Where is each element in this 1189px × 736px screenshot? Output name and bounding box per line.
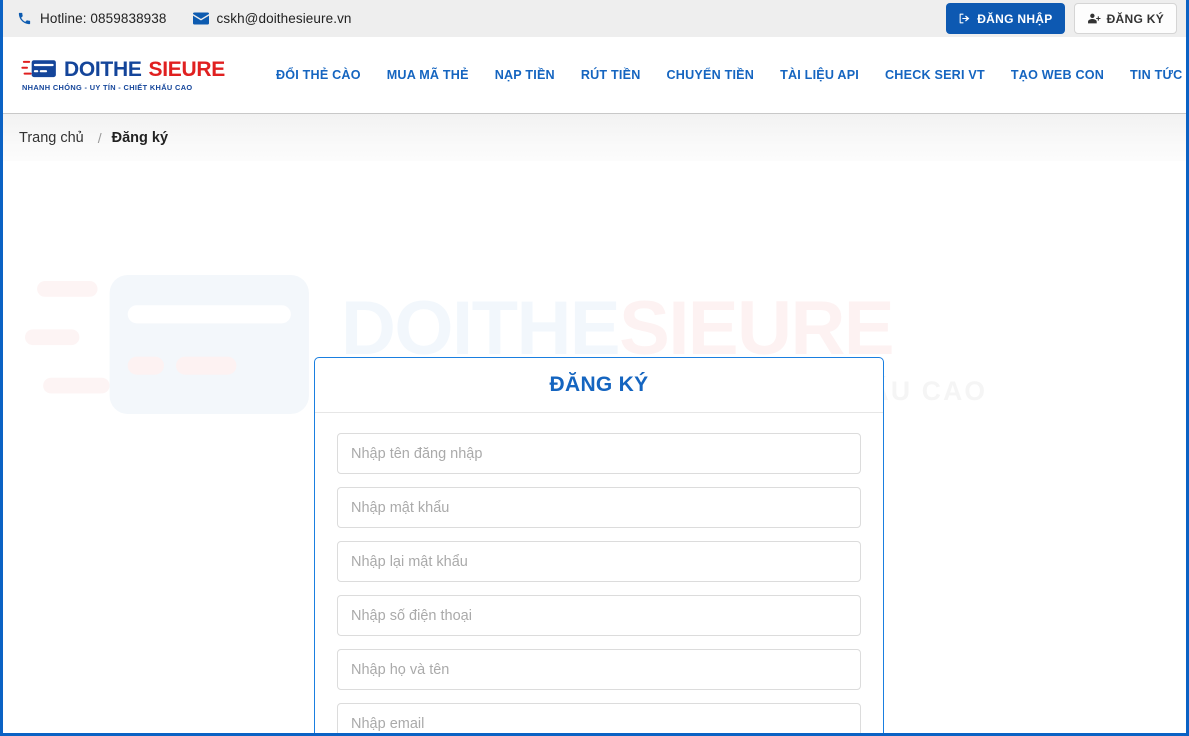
logo-text-accent: SIEURE <box>148 57 226 81</box>
nav-links: ĐỔI THẺ CÀO MUA MÃ THẺ NẠP TIỀN RÚT TIỀN… <box>263 62 1186 88</box>
credit-card-speed-icon <box>21 58 57 80</box>
nav-item-tin-tuc[interactable]: TIN TỨC <box>1117 62 1186 88</box>
watermark-card-icon <box>25 255 315 445</box>
nav-item-check-seri-vt[interactable]: CHECK SERI VT <box>872 62 998 88</box>
sign-in-icon <box>958 12 971 25</box>
nav-item-doi-the-cao[interactable]: ĐỔI THẺ CÀO <box>263 62 374 88</box>
breadcrumb-separator: / <box>97 129 102 146</box>
hotline-label: Hotline: 0859838938 <box>40 11 167 26</box>
main-content: DOITHESIEURE NHANH CHÓNG - UY TÍN - CHIẾ… <box>3 161 1186 733</box>
nav-item-mua-ma-the[interactable]: MUA MÃ THẺ <box>374 62 482 88</box>
browser-page: Hotline: 0859838938 cskh@doithesieure.vn <box>0 0 1189 736</box>
topbar-contacts: Hotline: 0859838938 cskh@doithesieure.vn <box>17 11 352 26</box>
phone-input[interactable] <box>337 595 861 636</box>
email-contact[interactable]: cskh@doithesieure.vn <box>192 11 352 26</box>
breadcrumb-home[interactable]: Trang chủ <box>15 130 88 146</box>
nav-item-nap-tien[interactable]: NẠP TIỀN <box>482 62 568 88</box>
login-button-label: ĐĂNG NHẬP <box>977 11 1053 26</box>
site-logo[interactable]: DOITHE SIEURE NHANH CHÓNG - UY TÍN - CHIẾ… <box>21 58 225 92</box>
nav-item-tao-web-con[interactable]: TẠO WEB CON <box>998 62 1117 88</box>
main-navbar: DOITHE SIEURE NHANH CHÓNG - UY TÍN - CHIẾ… <box>3 37 1186 113</box>
envelope-icon <box>192 12 209 25</box>
page-title: ĐĂNG KÝ <box>549 373 649 396</box>
logo-tagline: NHANH CHÓNG - UY TÍN - CHIẾT KHẤU CAO <box>22 83 193 92</box>
breadcrumb: Trang chủ / Đăng ký <box>3 113 1186 161</box>
register-form: ĐĂNG KÝ Ban đã có tài khoản? Đăng nhập n… <box>315 413 883 733</box>
password-confirm-input[interactable] <box>337 541 861 582</box>
nav-item-chuyen-tien[interactable]: CHUYỂN TIỀN <box>654 62 768 88</box>
register-button-label: ĐĂNG KÝ <box>1106 11 1164 26</box>
breadcrumb-current: Đăng ký <box>111 129 169 146</box>
email-input[interactable] <box>337 703 861 733</box>
topbar-auth-actions: ĐĂNG NHẬP ĐĂNG KÝ <box>946 3 1177 34</box>
watermark-text-accent: SIEURE <box>619 286 894 372</box>
nav-item-rut-tien[interactable]: RÚT TIỀN <box>568 62 654 88</box>
fullname-input[interactable] <box>337 649 861 690</box>
user-plus-icon <box>1087 12 1101 25</box>
register-button[interactable]: ĐĂNG KÝ <box>1073 3 1177 34</box>
email-label: cskh@doithesieure.vn <box>216 11 352 26</box>
nav-item-tai-lieu-api[interactable]: TÀI LIỆU API <box>767 62 872 88</box>
register-card: ĐĂNG KÝ ĐĂNG KÝ Ban đã có tài khoản? Đăn… <box>314 357 884 733</box>
username-input[interactable] <box>337 433 861 474</box>
register-card-header: ĐĂNG KÝ <box>315 358 883 413</box>
logo-text-primary: DOITHE <box>64 57 142 81</box>
phone-icon <box>17 11 32 26</box>
hotline-contact[interactable]: Hotline: 0859838938 <box>17 11 167 26</box>
password-input[interactable] <box>337 487 861 528</box>
login-button[interactable]: ĐĂNG NHẬP <box>946 3 1065 34</box>
watermark-text-primary: DOITHE <box>341 286 621 372</box>
top-contact-bar: Hotline: 0859838938 cskh@doithesieure.vn <box>3 0 1186 37</box>
